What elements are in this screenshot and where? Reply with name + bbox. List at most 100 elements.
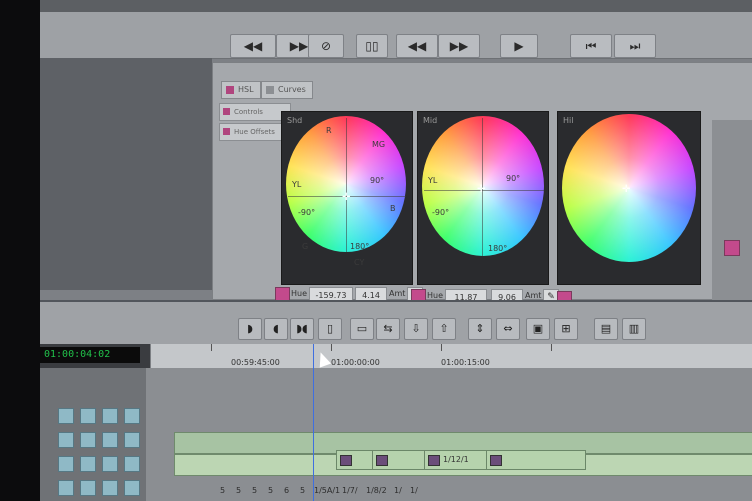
hue-label: Hue: [427, 291, 444, 300]
wheel-marker-b: B: [390, 204, 396, 213]
wheel-marker-r: R: [326, 126, 332, 135]
wheel-label: Hil: [563, 116, 574, 125]
tab-hsl[interactable]: HSL: [221, 81, 261, 99]
color-correction-panel: HSL Curves Controls Hue Offsets Shd R MG…: [212, 62, 752, 307]
track-toggle[interactable]: [58, 456, 74, 472]
wheel-marker-180: 180°: [488, 244, 508, 253]
track-toggle[interactable]: [124, 432, 140, 448]
play-button[interactable]: ▶: [500, 34, 538, 58]
track-toggle[interactable]: [124, 408, 140, 424]
clip-segment-label: 1/: [410, 486, 418, 495]
ruler-tick: [551, 344, 552, 351]
timecode-row: 01:00:04:02 00:59:45:00 01:00:00:00 01:0…: [40, 344, 752, 368]
lift-button[interactable]: ⇩: [404, 318, 428, 340]
track-toggle[interactable]: [80, 408, 96, 424]
monitor-bezel: [0, 0, 40, 501]
wheel-marker-mg: MG: [372, 140, 386, 149]
timeline-clip[interactable]: [486, 450, 586, 470]
track-toggle[interactable]: [80, 456, 96, 472]
slip-button[interactable]: ⇔: [496, 318, 520, 340]
crosshair-icon[interactable]: ✛: [477, 184, 485, 195]
clip-segment-label: 5: [236, 486, 242, 495]
track-toggle[interactable]: [124, 456, 140, 472]
clip-segment-label: 5: [252, 486, 258, 495]
track-toggle[interactable]: [58, 432, 74, 448]
wheel-axis-vertical: [346, 118, 347, 252]
split-button[interactable]: ▯: [318, 318, 342, 340]
button-label: Controls: [234, 108, 263, 116]
clip-thumbnail-icon: [428, 455, 440, 466]
splice-button[interactable]: ⇆: [376, 318, 400, 340]
clip-segment-label: 6: [284, 486, 290, 495]
track-toggle[interactable]: [102, 408, 118, 424]
clip-segment-label: 1/7/: [342, 486, 358, 495]
wheel-label: Shd: [287, 116, 303, 125]
track-toggle[interactable]: [124, 480, 140, 496]
shadows-wheel-box: Shd R MG 90° YL B -90° G 180° CY ✛: [281, 111, 413, 285]
tab-swatch-icon: [266, 86, 274, 94]
clip-thumbnail-icon: [376, 455, 388, 466]
segment-button[interactable]: ▣: [526, 318, 550, 340]
clip-thumbnail-icon: [340, 455, 352, 466]
tab-curves[interactable]: Curves: [261, 81, 313, 99]
ruler-label: 01:00:00:00: [331, 358, 380, 367]
button-label: Hue Offsets: [234, 128, 275, 136]
track-size-button[interactable]: ▥: [622, 318, 646, 340]
track-toggle[interactable]: [58, 480, 74, 496]
track-headers: [40, 368, 146, 501]
amount-label: Amt: [389, 289, 406, 298]
wheel-marker-90: 90°: [370, 176, 385, 185]
viewer-strip: [40, 0, 752, 12]
previous-edit-button[interactable]: ⏮: [570, 34, 612, 58]
button-swatch-icon: [223, 108, 230, 115]
track-toggle[interactable]: [102, 456, 118, 472]
crosshair-icon[interactable]: ✛: [622, 184, 630, 195]
side-swatch[interactable]: [724, 240, 740, 256]
timecode-display[interactable]: 01:00:04:02: [40, 347, 140, 363]
split-view-button[interactable]: ▯▯: [356, 34, 388, 58]
mark-in-button[interactable]: ◗: [238, 318, 262, 340]
ruler-tick: [441, 344, 442, 351]
wheel-marker-neg90: -90°: [298, 208, 316, 217]
wheel-marker-90: 90°: [506, 174, 521, 183]
button-swatch-icon: [223, 128, 230, 135]
crosshair-icon[interactable]: ✛: [342, 192, 350, 203]
wheel-marker-g: G: [302, 242, 309, 251]
track-toggle[interactable]: [80, 480, 96, 496]
trim-button[interactable]: ⇕: [468, 318, 492, 340]
wheel-marker-neg90: -90°: [432, 208, 450, 217]
transport-bar: ◀◀ ▶▶ ⊘ ▯▯ ◀◀ ▶▶ ▶ ⏮ ⏭: [40, 12, 752, 59]
ruler-label: 01:00:15:00: [441, 358, 490, 367]
track-view-button[interactable]: ▤: [594, 318, 618, 340]
ruler-label: 00:59:45:00: [231, 358, 280, 367]
overwrite-button[interactable]: ▭: [350, 318, 374, 340]
clip-segment-label: 1/5A/1: [314, 486, 341, 495]
timeline-ruler[interactable]: 00:59:45:00 01:00:00:00 01:00:15:00: [150, 344, 752, 368]
track-toggle[interactable]: [58, 408, 74, 424]
timeline-toolbar: ◗ ◖ ◗◖ ▯ ▭ ⇆ ⇩ ⇧ ⇕ ⇔ ▣ ⊞ ▤ ▥: [40, 300, 752, 346]
amount-label: Amt: [525, 291, 542, 300]
rewind-button[interactable]: ◀◀: [230, 34, 276, 58]
mark-out-button[interactable]: ◖: [264, 318, 288, 340]
grid-button[interactable]: ⊞: [554, 318, 578, 340]
track-toggle[interactable]: [102, 432, 118, 448]
highlights-wheel-box: Hil ✛: [557, 111, 701, 285]
clip-thumbnail-icon: [490, 455, 502, 466]
midtones-wheel-box: Mid YL 90° -90° 180° ✛: [417, 111, 549, 285]
clip-segment-label: 1/8/2: [366, 486, 387, 495]
next-edit-button[interactable]: ⏭: [614, 34, 656, 58]
ruler-tick: [211, 344, 212, 351]
side-controls-strip: [712, 120, 752, 300]
track-toggle[interactable]: [80, 432, 96, 448]
tab-swatch-icon: [226, 86, 234, 94]
mark-clip-button[interactable]: ◗◖: [290, 318, 314, 340]
no-entry-icon[interactable]: ⊘: [308, 34, 344, 58]
wheel-marker-180: 180°: [350, 242, 370, 251]
timeline-playhead[interactable]: [313, 344, 314, 501]
clip-segment-label: 5: [300, 486, 306, 495]
track-toggle[interactable]: [102, 480, 118, 496]
extract-button[interactable]: ⇧: [432, 318, 456, 340]
clip-label: 1/12/1: [443, 455, 469, 464]
step-back-button[interactable]: ◀◀: [396, 34, 438, 58]
step-forward-button[interactable]: ▶▶: [438, 34, 480, 58]
